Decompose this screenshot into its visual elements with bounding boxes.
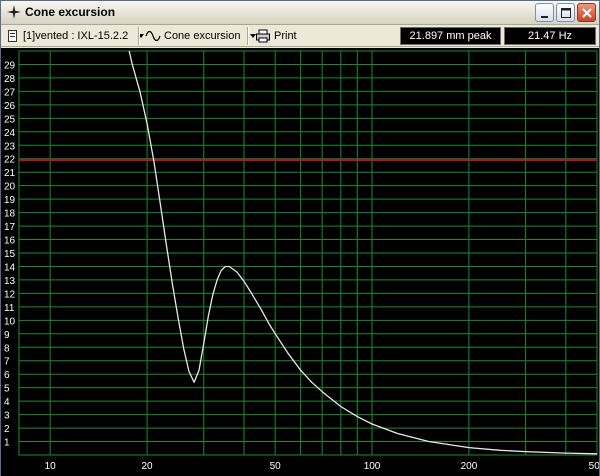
- toolbar-separator: [138, 27, 140, 45]
- y-tick-label: 23: [4, 141, 16, 152]
- excursion-chart[interactable]: 1234567891011121314151617181920212223242…: [1, 48, 599, 476]
- y-tick-label: 16: [4, 236, 16, 247]
- minimize-button[interactable]: [535, 3, 554, 22]
- x-tick-label: 20: [142, 461, 154, 472]
- x-tick-label: 50: [270, 461, 282, 472]
- x-tick-label: 100: [364, 461, 381, 472]
- x-tick-label: 200: [461, 461, 478, 472]
- document-icon: [8, 29, 17, 42]
- y-tick-label: 24: [4, 128, 16, 139]
- y-tick-label: 19: [4, 195, 16, 206]
- y-tick-label: 21: [4, 168, 16, 179]
- y-tick-label: 3: [4, 411, 10, 422]
- y-tick-label: 22: [4, 155, 16, 166]
- print-button[interactable]: Print: [255, 26, 297, 45]
- maximize-button[interactable]: [556, 3, 575, 22]
- y-tick-label: 6: [4, 370, 10, 381]
- y-tick-label: 10: [4, 316, 16, 327]
- close-button[interactable]: [577, 3, 596, 22]
- excursion-curve: [128, 50, 598, 455]
- close-icon: [582, 8, 592, 18]
- y-tick-label: 28: [4, 74, 16, 85]
- y-tick-label: 15: [4, 249, 16, 260]
- y-tick-label: 17: [4, 222, 16, 233]
- y-tick-label: 27: [4, 87, 16, 98]
- app-star-icon: [7, 5, 21, 19]
- minimize-icon: [541, 16, 548, 18]
- graph-dropdown-label: Cone excursion: [164, 29, 241, 42]
- cone-excursion-window: Cone excursion [1]vented : IXL-15.2.2 Co…: [0, 0, 600, 476]
- y-tick-label: 2: [4, 424, 10, 435]
- toolbar: [1]vented : IXL-15.2.2 Cone excursion Pr…: [1, 25, 599, 47]
- sine-wave-icon: [145, 30, 161, 41]
- y-tick-label: 4: [4, 397, 10, 408]
- design-dropdown-label: [1]vented : IXL-15.2.2: [23, 29, 129, 42]
- y-tick-label: 26: [4, 101, 16, 112]
- y-tick-label: 11: [4, 303, 15, 314]
- graph-dropdown[interactable]: Cone excursion: [145, 26, 258, 45]
- y-tick-label: 7: [4, 357, 10, 368]
- printer-icon: [256, 29, 270, 42]
- x-tick-label: 500: [589, 461, 599, 472]
- y-tick-label: 18: [4, 209, 16, 220]
- peak-excursion-readout: 21.897 mm peak: [400, 27, 501, 45]
- y-tick-label: 12: [4, 289, 16, 300]
- x-tick-label: 10: [45, 461, 57, 472]
- y-tick-label: 14: [4, 262, 16, 273]
- y-tick-label: 9: [4, 330, 10, 341]
- y-tick-label: 1: [4, 438, 10, 449]
- frequency-readout: 21.47 Hz: [504, 27, 596, 45]
- y-tick-label: 8: [4, 343, 10, 354]
- print-label: Print: [274, 29, 297, 42]
- title-bar[interactable]: Cone excursion: [1, 1, 599, 25]
- y-tick-label: 29: [4, 60, 16, 71]
- y-tick-label: 20: [4, 182, 16, 193]
- maximize-icon: [561, 8, 571, 18]
- excursion-plot[interactable]: 1 2 3 4 5 6 7 8 9 10 11 12 13 14 15 16 17 18 19 20 21 22 23 24 2…: [1, 48, 599, 476]
- y-tick-label: 25: [4, 114, 16, 125]
- y-tick-label: 5: [4, 384, 10, 395]
- design-dropdown[interactable]: [1]vented : IXL-15.2.2: [7, 26, 146, 45]
- window-title: Cone excursion: [25, 5, 116, 19]
- y-tick-label: 13: [4, 276, 16, 287]
- toolbar-separator: [247, 27, 249, 45]
